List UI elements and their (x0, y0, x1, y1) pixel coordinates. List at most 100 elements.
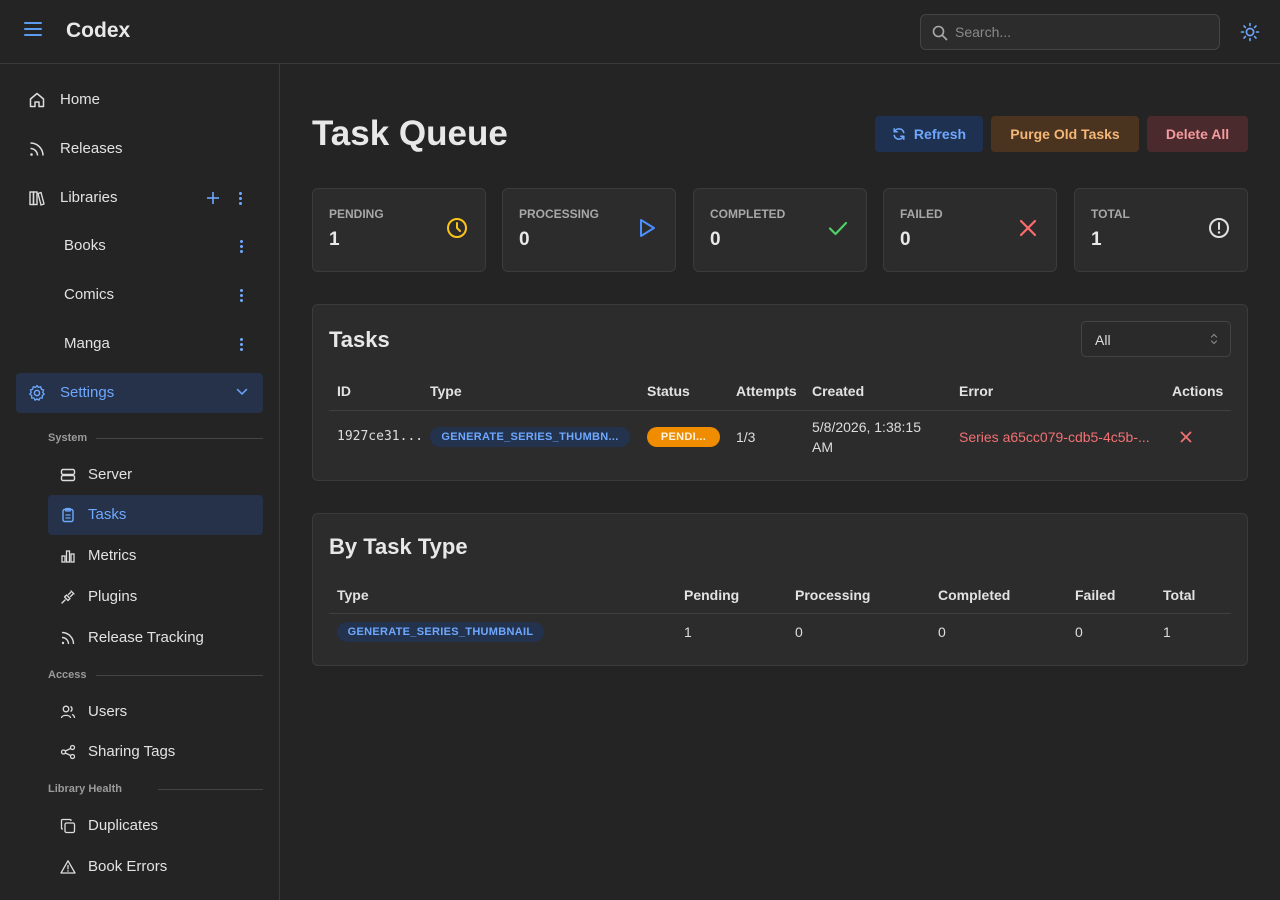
sidebar-item-releases[interactable]: Releases (16, 129, 263, 169)
sidebar: Home Releases Libraries Books Comics Man… (0, 64, 280, 900)
stat-label: PROCESSING (519, 207, 600, 221)
share-icon (60, 744, 76, 760)
stat-value: 0 (710, 229, 721, 250)
stat-label: TOTAL (1091, 207, 1130, 221)
stat-value: 1 (329, 229, 340, 250)
stat-card-failed: FAILED 0 (883, 188, 1057, 272)
section-label-access: Access (48, 669, 87, 681)
x-icon (1019, 219, 1037, 237)
sidebar-item-label: Libraries (60, 189, 118, 206)
search-box[interactable] (920, 14, 1220, 50)
sidebar-item-metrics[interactable]: Metrics (48, 536, 263, 576)
stat-label: FAILED (900, 207, 943, 221)
section-divider (96, 438, 263, 439)
column-header-pending: Pending (684, 587, 740, 603)
column-header-type: Type (337, 587, 369, 603)
count-completed: 0 (938, 624, 946, 640)
menu-icon[interactable] (24, 22, 42, 42)
count-processing: 0 (795, 624, 803, 640)
library-menu-icon[interactable] (235, 238, 247, 256)
stat-card-pending: PENDING 1 (312, 188, 486, 272)
libraries-menu-icon[interactable] (234, 190, 246, 208)
sidebar-item-label: Home (60, 91, 101, 108)
stat-card-completed: COMPLETED 0 (693, 188, 867, 272)
sidebar-item-label: Releases (60, 140, 123, 157)
rss-icon (30, 142, 44, 156)
play-icon (640, 219, 655, 237)
column-header-processing: Processing (795, 587, 871, 603)
tasks-title: Tasks (329, 327, 390, 352)
sidebar-item-libraries[interactable]: Libraries (16, 178, 263, 218)
stat-label: PENDING (329, 207, 384, 221)
warning-triangle-icon (60, 860, 76, 874)
refresh-label: Refresh (913, 126, 967, 142)
column-header-type: Type (430, 383, 462, 399)
plug-icon (61, 590, 75, 604)
bar-chart-icon (61, 550, 75, 563)
column-header-error: Error (959, 383, 994, 399)
top-header: Codex (0, 0, 1280, 64)
sidebar-item-release-tracking[interactable]: Release Tracking (48, 618, 263, 658)
section-label-library-health: Library Health (48, 783, 122, 795)
stat-card-processing: PROCESSING 0 (502, 188, 676, 272)
library-item-comics[interactable]: Comics (48, 275, 263, 315)
add-library-icon[interactable] (206, 191, 220, 205)
sun-icon[interactable] (1240, 22, 1260, 42)
column-header-completed: Completed (938, 587, 1011, 603)
sidebar-item-label: Users (88, 703, 128, 720)
sidebar-item-server[interactable]: Server (48, 455, 263, 495)
section-label-system: System (48, 432, 88, 444)
header-divider (329, 613, 1231, 614)
delete-task-icon[interactable] (1179, 430, 1193, 444)
refresh-icon (893, 128, 905, 140)
clock-icon (447, 218, 467, 238)
column-header-attempts: Attempts (736, 383, 797, 399)
library-label: Manga (64, 335, 110, 352)
search-input[interactable] (955, 15, 1205, 49)
status-filter-select[interactable]: All (1081, 321, 1231, 357)
stat-value: 1 (1091, 229, 1102, 250)
sidebar-item-duplicates[interactable]: Duplicates (48, 806, 263, 846)
books-icon (29, 191, 45, 206)
task-attempts: 1/3 (736, 429, 756, 445)
library-item-books[interactable]: Books (48, 226, 263, 266)
copy-icon (60, 818, 76, 834)
server-icon (60, 468, 76, 482)
count-failed: 0 (1075, 624, 1083, 640)
header-divider (329, 410, 1231, 411)
task-error: Series a65cc079-cdb5-4c5b-... (959, 429, 1150, 445)
sidebar-item-users[interactable]: Users (48, 692, 263, 732)
purge-old-tasks-button[interactable]: Purge Old Tasks (991, 116, 1139, 152)
select-arrows-icon (1210, 333, 1218, 345)
column-header-id: ID (337, 383, 351, 399)
users-icon (60, 705, 76, 719)
library-item-manga[interactable]: Manga (48, 324, 263, 364)
sidebar-item-settings[interactable]: Settings (16, 373, 263, 413)
count-pending: 1 (684, 624, 692, 640)
check-icon (828, 221, 848, 236)
library-menu-icon[interactable] (235, 287, 247, 305)
tasks-card: Tasks All ID Type Status Attempts Create… (312, 304, 1248, 481)
chevron-down-icon (236, 388, 248, 396)
sidebar-item-sharing-tags[interactable]: Sharing Tags (48, 732, 263, 772)
refresh-button[interactable]: Refresh (875, 116, 983, 152)
library-menu-icon[interactable] (235, 336, 247, 354)
sidebar-item-home[interactable]: Home (16, 80, 263, 120)
home-icon (29, 92, 45, 108)
delete-all-button[interactable]: Delete All (1147, 116, 1248, 152)
sidebar-item-tasks[interactable]: Tasks (48, 495, 263, 535)
column-header-failed: Failed (1075, 587, 1116, 603)
page-title: Task Queue (312, 114, 508, 153)
library-label: Comics (64, 286, 115, 303)
stat-value: 0 (519, 229, 530, 250)
sidebar-item-plugins[interactable]: Plugins (48, 577, 263, 617)
library-label: Books (64, 237, 106, 254)
filter-value: All (1095, 332, 1111, 348)
stat-label: COMPLETED (710, 207, 786, 221)
sidebar-item-book-errors[interactable]: Book Errors (48, 847, 263, 887)
stat-value: 0 (900, 229, 911, 250)
sidebar-item-label: Settings (60, 384, 115, 401)
column-header-total: Total (1163, 587, 1196, 603)
task-created-ampm: AM (812, 439, 833, 455)
gear-icon (29, 384, 45, 401)
